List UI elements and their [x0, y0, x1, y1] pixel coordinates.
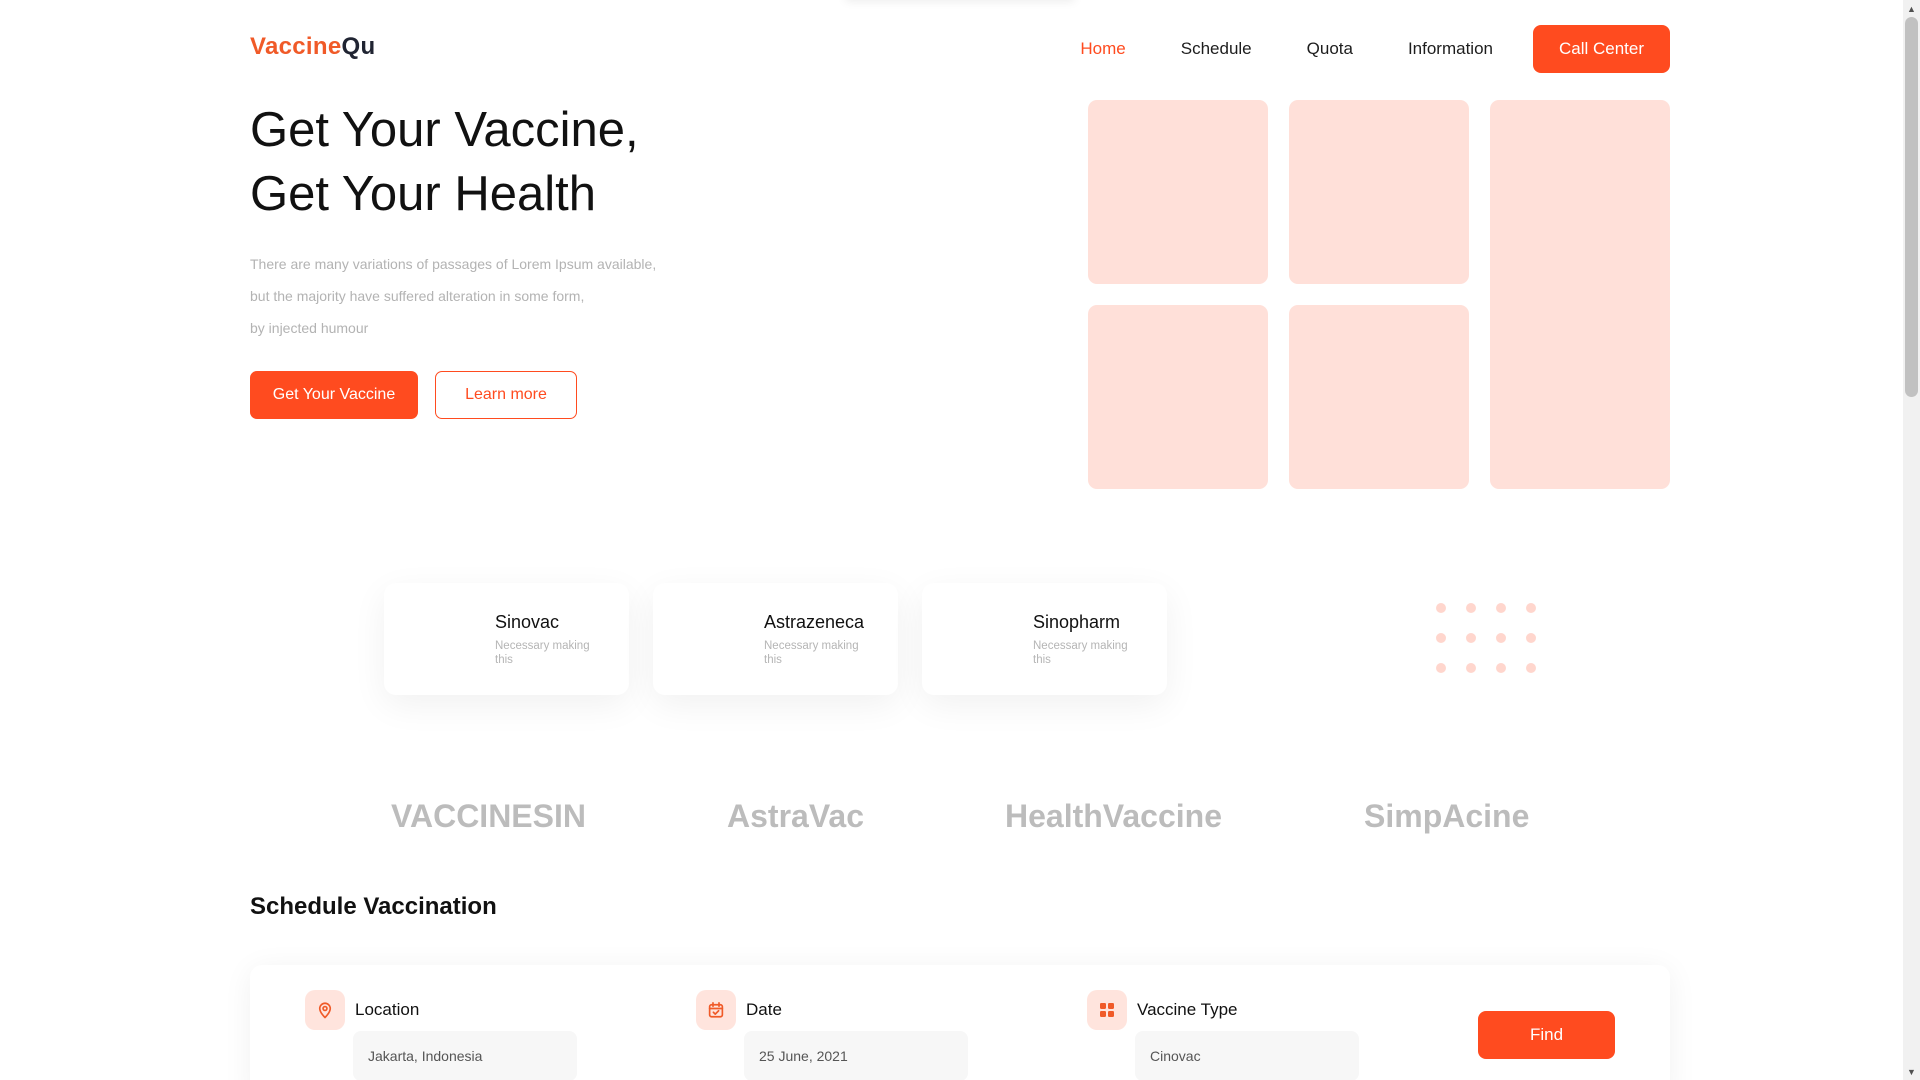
decorative-dot — [1436, 633, 1446, 643]
gallery-image-2 — [1289, 100, 1469, 284]
schedule-title: Schedule Vaccination — [250, 893, 497, 920]
logo-part-vaccine: Vaccine — [250, 33, 342, 60]
nav-information[interactable]: Information — [1408, 39, 1493, 59]
hero-description: There are many variations of passages of… — [250, 248, 710, 344]
decorative-dot — [1496, 603, 1506, 613]
date-input[interactable] — [744, 1031, 968, 1080]
decorative-dot — [1496, 663, 1506, 673]
decorative-dot — [1526, 603, 1536, 613]
hero-title: Get Your Vaccine, Get Your Health — [250, 98, 639, 226]
vaccine-card-desc: Necessary making this — [495, 640, 590, 666]
vaccine-card-astrazeneca[interactable]: Astrazeneca Necessary making this — [653, 583, 898, 695]
get-your-vaccine-button[interactable]: Get Your Vaccine — [250, 371, 418, 419]
gallery-image-5 — [1289, 305, 1469, 489]
vaccine-type-input[interactable] — [1135, 1031, 1359, 1080]
nav-schedule[interactable]: Schedule — [1181, 39, 1252, 59]
location-input[interactable] — [353, 1031, 577, 1080]
page-scrollbar[interactable]: ▲ ▼ — [1903, 0, 1920, 1080]
landing-page: VaccineQu Home Schedule Quota Informatio… — [0, 0, 1903, 1080]
location-label: Location — [355, 1000, 420, 1019]
calendar-icon — [696, 990, 736, 1030]
decorative-dot — [1466, 633, 1476, 643]
gallery-image-4 — [1088, 305, 1268, 489]
vaccine-card-title: Sinovac — [495, 612, 560, 632]
scrollbar-thumb[interactable] — [1905, 17, 1918, 397]
partner-logo-healthvaccine: HealthVaccine — [1005, 798, 1222, 834]
decorative-dot — [1436, 663, 1446, 673]
partner-logo-simpacine: SimpAcine — [1364, 798, 1530, 834]
date-label: Date — [746, 1000, 782, 1019]
gallery-image-1 — [1088, 100, 1268, 284]
call-center-button[interactable]: Call Center — [1533, 25, 1670, 73]
decorative-dot — [1526, 633, 1536, 643]
decorative-dot — [1436, 603, 1446, 613]
vaccine-card-desc: Necessary making this — [764, 640, 859, 666]
gallery-image-3 — [1490, 100, 1670, 489]
partner-logo-astravac: AstraVac — [727, 798, 864, 834]
scroll-up-arrow-icon[interactable]: ▲ — [1903, 0, 1920, 17]
site-logo[interactable]: VaccineQu — [250, 33, 375, 61]
vaccine-card-title: Sinopharm — [1033, 612, 1121, 632]
decorative-dot — [1466, 663, 1476, 673]
location-pin-icon — [305, 990, 345, 1030]
learn-more-button[interactable]: Learn more — [435, 371, 577, 419]
vaccine-card-desc: Necessary making this — [1033, 640, 1128, 666]
scroll-down-arrow-icon[interactable]: ▼ — [1903, 1063, 1920, 1080]
vaccine-type-label: Vaccine Type — [1137, 1000, 1238, 1019]
grid-icon — [1087, 990, 1127, 1030]
nav-quota[interactable]: Quota — [1307, 39, 1353, 59]
hero-desc-line-1: There are many variations of passages of… — [250, 256, 657, 272]
hero-title-line-2: Get Your Health — [250, 167, 596, 221]
vaccine-card-sinopharm[interactable]: Sinopharm Necessary making this — [922, 583, 1167, 695]
decorative-dot — [1526, 663, 1536, 673]
hero-title-line-1: Get Your Vaccine, — [250, 103, 639, 157]
decorative-dot — [1496, 633, 1506, 643]
nav-home[interactable]: Home — [1080, 39, 1125, 59]
logo-part-qu: Qu — [341, 33, 376, 60]
main-nav: Home Schedule Quota Information Call Cen… — [1025, 25, 1670, 73]
hero-desc-line-3: by injected humour — [250, 320, 369, 336]
partner-logo-vaccinesin: VACCINESIN — [391, 798, 586, 834]
vaccine-card-title: Astrazeneca — [764, 612, 865, 632]
hero-desc-line-2: but the majority have suffered alteratio… — [250, 288, 585, 304]
find-button[interactable]: Find — [1478, 1011, 1615, 1059]
vaccine-card-sinovac[interactable]: Sinovac Necessary making this — [384, 583, 629, 695]
decorative-dot — [1466, 603, 1476, 613]
